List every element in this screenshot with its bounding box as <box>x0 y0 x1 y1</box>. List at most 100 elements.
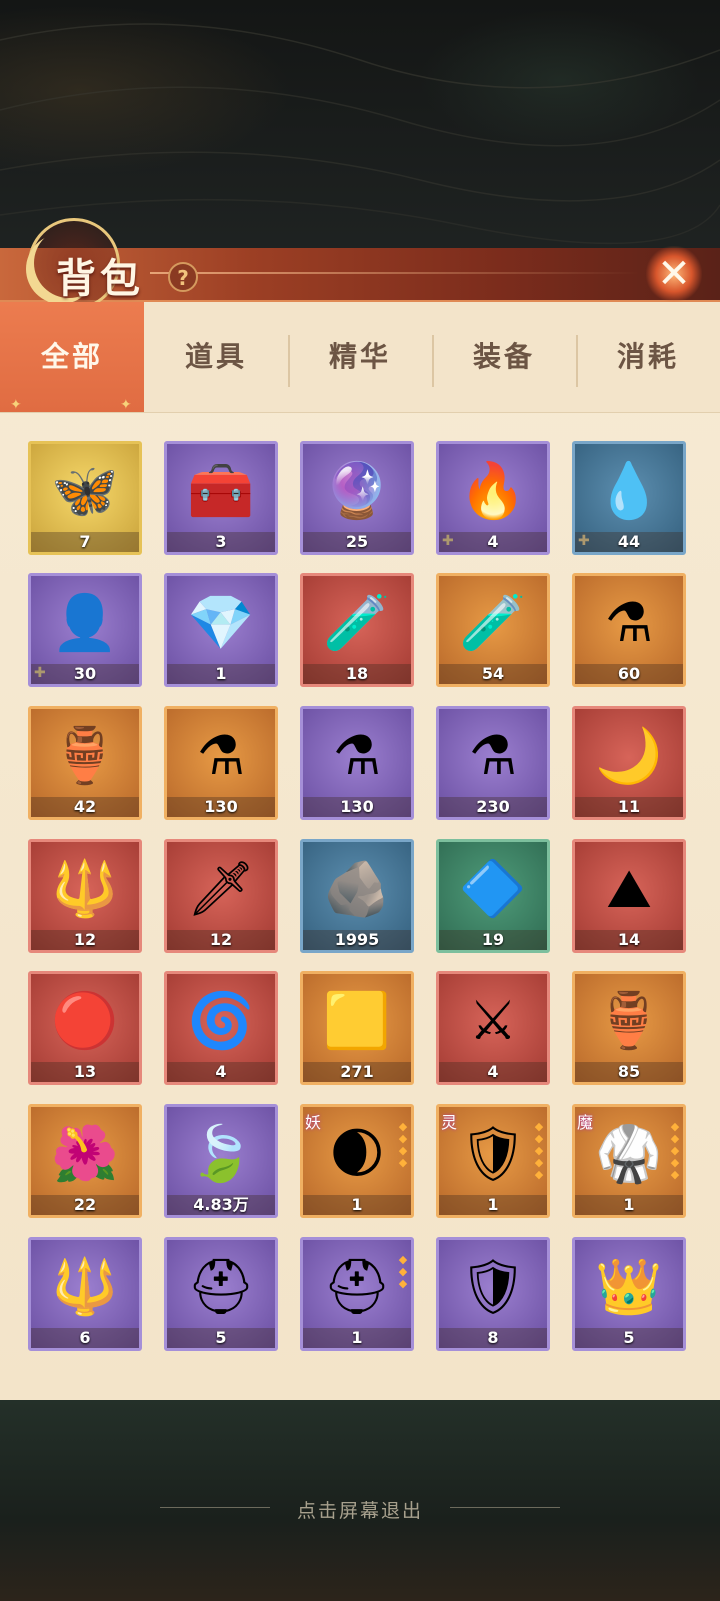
item-count: 6 <box>31 1328 139 1348</box>
item-slot-blue-armor-belt[interactable]: 🛡 灵 ◆ ◆ ◆ ◆ ◆ 1 <box>436 1104 550 1218</box>
item-slot-red-flower[interactable]: 🌺 22 <box>28 1104 142 1218</box>
item-count: 60 <box>575 664 683 684</box>
exit-hint[interactable]: 点击屏幕退出 <box>0 1496 720 1523</box>
crescent-blade-glyph: 🌒 <box>328 1122 386 1185</box>
item-count: 13 <box>31 1062 139 1082</box>
tab-essence-label: 精华 <box>328 340 391 373</box>
item-slot-silver-spear[interactable]: 🗡 12 <box>164 839 278 953</box>
item-count: 1 <box>303 1195 411 1215</box>
dark-gem-glyph: 🔷 <box>459 857 527 920</box>
blue-spirit-flame-glyph: 💧 <box>595 459 663 522</box>
item-slot-gold-ore[interactable]: 🟨 271 <box>300 971 414 1085</box>
tab-essence[interactable]: 精华 <box>288 302 432 412</box>
green-potion-glyph: ⚗ <box>196 724 246 787</box>
tab-equipment[interactable]: 装备 <box>432 302 576 412</box>
item-slot-crescent-staff[interactable]: 🌙 11 <box>572 706 686 820</box>
item-slot-purple-elixir-flask[interactable]: 🧪 54 <box>436 573 550 687</box>
crystal-spirit-glyph: 💎 <box>187 591 255 654</box>
item-slot-red-crest-helmet[interactable]: ⛑ 5 <box>164 1237 278 1351</box>
item-slot-blue-robe[interactable]: 🥋 魔 ◆ ◆ ◆ ◆ ◆ 1 <box>572 1104 686 1218</box>
item-slot-treasure-chest-open[interactable]: 🧰 3 <box>164 441 278 555</box>
item-count: 7 <box>31 532 139 552</box>
butterfly-wings-glyph: 🦋 <box>51 459 119 522</box>
fire-orb-glyph: 🔴 <box>51 989 119 1052</box>
item-slot-green-potion[interactable]: ⚗ 130 <box>164 706 278 820</box>
blue-robe-glyph: 🥋 <box>595 1122 663 1185</box>
close-button[interactable]: ✕ <box>646 246 702 302</box>
golden-chestplate-glyph: 🛡 <box>458 1255 528 1318</box>
star-rating-icon: ◆ ◆ ◆ ◆ ◆ <box>670 1120 680 1181</box>
item-count: 4.83万 <box>167 1195 275 1215</box>
item-count: 54 <box>439 664 547 684</box>
phoenix-swirl-glyph: 🌀 <box>187 989 255 1052</box>
treasure-chest-open-glyph: 🧰 <box>187 459 255 522</box>
item-slot-crystal-spirit[interactable]: 💎 1 <box>164 573 278 687</box>
golden-spear-glyph: 🔱 <box>51 857 119 920</box>
item-count: 30 <box>31 664 139 684</box>
jeweled-spear-glyph: 🔱 <box>51 1255 119 1318</box>
item-slot-phoenix-swirl[interactable]: 🌀 4 <box>164 971 278 1085</box>
item-slot-purple-spirit-flame[interactable]: 🔥 ✚ 4 <box>436 441 550 555</box>
tab-all-label: 全部 <box>40 340 103 373</box>
violet-potion-glyph: ⚗ <box>332 724 382 787</box>
item-slot-dark-gem[interactable]: 🔷 19 <box>436 839 550 953</box>
item-slot-red-potion[interactable]: ⚗ 60 <box>572 573 686 687</box>
spirit-stone-glyph: 🪨 <box>323 857 391 920</box>
item-type-tag: 灵 <box>441 1113 458 1132</box>
item-slot-spirit-stone[interactable]: 🪨 1995 <box>300 839 414 953</box>
item-count: 1 <box>303 1328 411 1348</box>
sword-banner-glyph: ⚔ <box>468 989 518 1052</box>
item-count: 130 <box>167 797 275 817</box>
help-button[interactable]: ? <box>168 262 198 292</box>
item-count: 1 <box>439 1195 547 1215</box>
green-elixir-flask-glyph: 🧪 <box>323 591 391 654</box>
crescent-staff-glyph: 🌙 <box>595 724 663 787</box>
crystal-leaf-glyph: 🍃 <box>187 1122 255 1185</box>
page-title: 背包 <box>56 255 144 302</box>
item-count: 42 <box>31 797 139 817</box>
item-type-tag: 魔 <box>577 1113 594 1132</box>
item-slot-golden-chestplate[interactable]: 🛡 8 <box>436 1237 550 1351</box>
item-slot-fire-orb[interactable]: 🔴 13 <box>28 971 142 1085</box>
item-slot-butterfly-wings[interactable]: 🦋 7 <box>28 441 142 555</box>
item-count: 14 <box>575 930 683 950</box>
amber-potion-glyph: ⚗ <box>468 724 518 787</box>
item-slot-character-portrait[interactable]: 👤 ✚ 30 <box>28 573 142 687</box>
item-slot-golden-spear[interactable]: 🔱 12 <box>28 839 142 953</box>
golden-elixir-flask-glyph: 🏺 <box>51 724 119 787</box>
close-icon[interactable]: ✕ <box>646 246 702 302</box>
tab-all[interactable]: ✦ 全部 ✦ <box>0 302 144 413</box>
item-count: 130 <box>303 797 411 817</box>
item-count: 4 <box>439 532 547 552</box>
item-count: 44 <box>575 532 683 552</box>
red-flower-glyph: 🌺 <box>51 1122 119 1185</box>
item-slot-crystal-leaf[interactable]: 🍃 4.83万 <box>164 1104 278 1218</box>
item-count: 19 <box>439 930 547 950</box>
star-rating-icon: ◆ ◆ ◆ <box>398 1253 408 1290</box>
item-slot-amber-potion[interactable]: ⚗ 230 <box>436 706 550 820</box>
item-count: 8 <box>439 1328 547 1348</box>
item-count: 1995 <box>303 930 411 950</box>
item-count: 271 <box>303 1062 411 1082</box>
item-slot-green-elixir-flask[interactable]: 🧪 18 <box>300 573 414 687</box>
item-slot-golden-chest-orb[interactable]: 🔮 25 <box>300 441 414 555</box>
item-slot-golden-elixir-flask[interactable]: 🏺 42 <box>28 706 142 820</box>
item-slot-crescent-blade[interactable]: 🌒 妖 ◆ ◆ ◆ ◆ 1 <box>300 1104 414 1218</box>
item-slot-violet-potion[interactable]: ⚗ 130 <box>300 706 414 820</box>
category-tabs: ✦ 全部 ✦ 道具 精华 装备 消耗 <box>0 302 720 413</box>
item-slot-sword-banner[interactable]: ⚔ 4 <box>436 971 550 1085</box>
item-slot-pink-salt-pile[interactable]: ⛰ 14 <box>572 839 686 953</box>
tab-consumables[interactable]: 消耗 <box>576 302 720 412</box>
item-slot-jeweled-spear[interactable]: 🔱 6 <box>28 1237 142 1351</box>
item-count: 1 <box>167 664 275 684</box>
golden-chest-orb-glyph: 🔮 <box>323 459 391 522</box>
tab-equipment-label: 装备 <box>472 340 535 373</box>
item-slot-blue-spirit-flame[interactable]: 💧 ✚ 44 <box>572 441 686 555</box>
item-slot-red-crest-helmet-star[interactable]: ⛑ ◆ ◆ ◆ 1 <box>300 1237 414 1351</box>
item-slot-golden-crown[interactable]: 👑 5 <box>572 1237 686 1351</box>
item-slot-golden-gourd[interactable]: 🏺 85 <box>572 971 686 1085</box>
character-portrait-glyph: 👤 <box>51 591 119 654</box>
item-count: 85 <box>575 1062 683 1082</box>
tab-props[interactable]: 道具 <box>144 302 288 412</box>
item-count: 11 <box>575 797 683 817</box>
